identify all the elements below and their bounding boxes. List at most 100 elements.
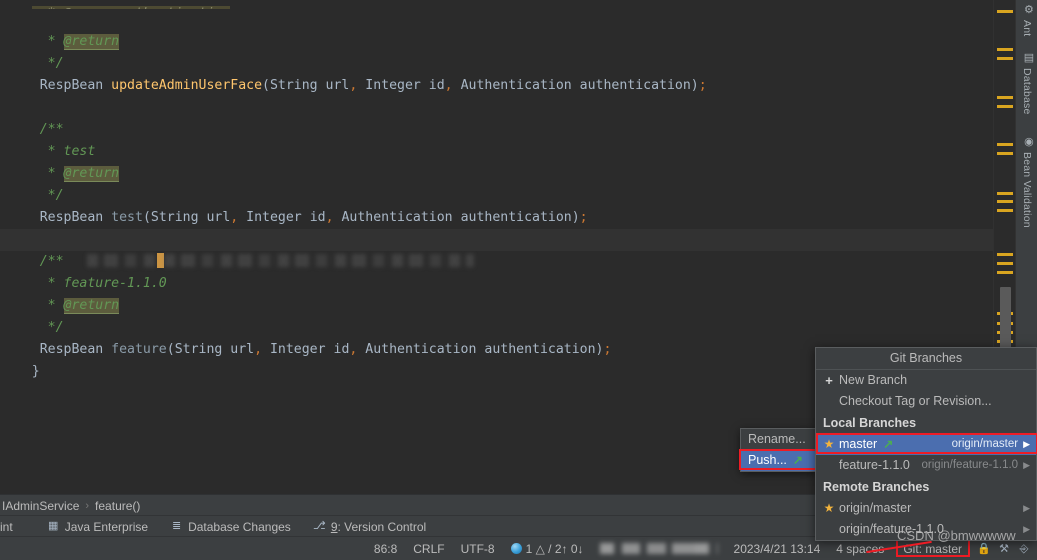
code-line: * test [0,119,993,159]
closing-brace: } [31,364,40,379]
javadoc-return-tag: @return [63,166,120,182]
warning-marker[interactable] [997,143,1013,146]
section-header-label: Local Branches [823,416,917,430]
branch-name: origin/feature-1.1.0 [839,522,944,536]
menu-item-label: Checkout Tag or Revision... [839,394,992,408]
method-name: feature [111,342,167,357]
branch-item-feature[interactable]: feature-1.1.0 origin/feature-1.1.0 ▶ [816,455,1036,476]
return-type: RespBean [31,342,112,357]
redacted-region [599,543,718,554]
chevron-right-icon[interactable]: ▶ [1023,455,1030,476]
sidebar-item-ant[interactable]: ⚙ Ant [1016,4,1037,46]
menu-item-checkout-tag[interactable]: Checkout Tag or Revision... [816,391,1036,412]
tool-window-int[interactable]: int [0,520,13,534]
inspection-widget[interactable]: 1 △ / 2↑ 0↓ [510,541,584,556]
tool-window-database-changes[interactable]: ≣ Database Changes [170,520,291,534]
breadcrumb-item-method[interactable]: feature() [95,499,140,513]
inspection-counts: 1 △ / 2↑ 0↓ [525,541,584,556]
sidebar-item-bean-validation[interactable]: ◉ Bean Validation [1016,136,1037,240]
redacted-file-path [599,543,718,554]
branch-tracking: origin/master ▶ [952,434,1030,455]
javadoc-asterisk: * [31,166,64,181]
warning-marker[interactable] [997,57,1013,60]
warning-marker[interactable] [997,105,1013,108]
warning-marker[interactable] [997,200,1013,203]
branch-item-origin-master[interactable]: ★ origin/master ▶ [816,498,1036,519]
caret-position[interactable]: 86:8 [374,542,397,556]
bug-icon[interactable]: ⚒ [997,542,1011,556]
menu-item-label: Rename... [748,432,806,446]
javadoc-return-tag: @return [63,298,120,314]
tool-window-java-enterprise[interactable]: ▦ Java Enterprise [47,520,148,534]
menu-item-label: Push... [748,453,787,467]
bean-validation-icon: ◉ [1024,136,1034,148]
memory-icon[interactable]: ⎆ [1017,542,1031,556]
menu-item-new-branch[interactable]: + New Branch [816,370,1036,391]
javadoc-param-cut: * @param authentication [31,6,231,9]
branch-item-master[interactable]: ★ master ↗ origin/master ▶ [816,434,1036,455]
chevron-right-icon[interactable]: ▶ [1023,519,1030,540]
menu-item-push[interactable]: Push... ↗ [741,450,816,471]
branch-name: master [839,437,878,451]
breadcrumb-item-class[interactable]: IAdminService [2,499,79,513]
code-line-signature: RespBean feature(String url, Integer id,… [0,317,993,357]
branch-expand: ▶ [1023,498,1030,519]
javadoc-asterisk: * [31,34,64,49]
ant-icon: ⚙ [1023,4,1035,16]
warning-marker[interactable] [997,271,1013,274]
return-type: RespBean [31,78,112,93]
line-separator[interactable]: CRLF [413,542,444,556]
warning-marker[interactable] [997,262,1013,265]
branch-name: feature-1.1.0 [839,458,910,472]
version-control-icon: ⎇ [312,520,326,532]
code-line: * @param authentication [0,0,993,9]
branch-item-origin-feature[interactable]: origin/feature-1.1.0 ▶ [816,519,1036,540]
sidebar-item-database[interactable]: ▤ Database [1016,52,1037,130]
inspection-status-icon [510,543,522,554]
javadoc-open: /** [31,122,64,137]
warning-marker[interactable] [997,10,1013,13]
warning-marker[interactable] [997,253,1013,256]
code-line: * @return [0,141,993,182]
indent-widget[interactable]: 4 spaces [836,542,884,556]
menu-item-label: New Branch [839,373,908,387]
chevron-right-icon[interactable]: ▶ [1023,434,1030,455]
tool-window-version-control[interactable]: ⎇ 9: Version Control [313,520,426,534]
warning-marker[interactable] [997,152,1013,155]
javadoc-close: */ [31,320,64,335]
code-line-redacted: /** [0,229,993,269]
timestamp: 2023/4/21 13:14 [733,541,821,556]
warning-marker[interactable] [997,96,1013,99]
file-encoding[interactable]: UTF-8 [461,542,495,556]
git-branches-popup[interactable]: Git Branches + New Branch Checkout Tag o… [815,347,1037,541]
push-arrow-icon: ↗ [792,453,803,467]
tool-window-accesskey: 9 [330,519,338,534]
warning-marker[interactable] [997,48,1013,51]
tool-window-label: : Version Control [337,519,427,534]
status-badge[interactable]: Git: master [896,537,971,557]
chevron-right-icon[interactable]: ▶ [1023,498,1030,519]
plus-icon: + [825,373,833,388]
warning-marker[interactable] [997,209,1013,212]
tracking-label: origin/feature-1.1.0 [921,459,1019,471]
popup-title: Git Branches [816,348,1036,370]
menu-item-rename[interactable]: Rename... [741,429,816,450]
code-line-signature: RespBean test(String url, Integer id, Au… [0,185,993,225]
code-line: /** [0,97,993,137]
database-icon: ▤ [1023,52,1035,64]
branch-tracking: origin/feature-1.1.0 ▶ [922,455,1030,476]
code-line: */ [0,163,993,203]
branch-context-submenu[interactable]: Rename... Push... ↗ [739,428,818,472]
tool-window-label: Database Changes [188,519,291,534]
tool-window-label: int [0,519,13,534]
method-args: (String url, Integer id, Authentication … [142,210,588,225]
star-icon[interactable]: ★ [822,434,836,455]
star-icon[interactable]: ★ [822,498,836,519]
sidebar-item-label: Bean Validation [1021,152,1033,228]
branch-expand: ▶ [1023,519,1030,540]
warning-marker[interactable] [997,192,1013,195]
javadoc-text: * test [31,144,96,159]
git-branch-label: Git: master [903,541,962,556]
lock-icon[interactable]: 🔒 [977,542,991,556]
section-header-local: Local Branches [816,412,1036,434]
